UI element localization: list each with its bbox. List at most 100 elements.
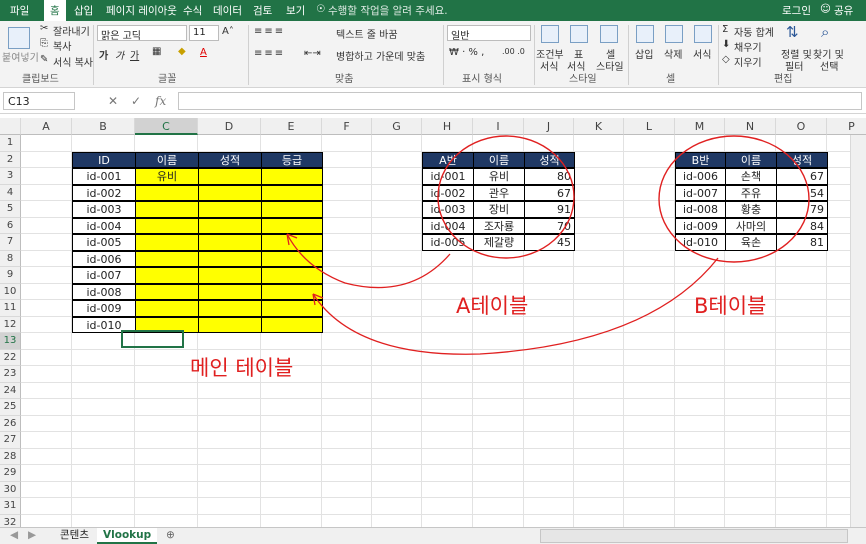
- main-table-id-cell[interactable]: id-009: [72, 300, 136, 317]
- merge-center-button[interactable]: 병합하고 가운데 맞춤: [336, 48, 425, 63]
- clear-button[interactable]: 지우기: [734, 54, 762, 69]
- main-table-grade-cell[interactable]: [261, 316, 323, 333]
- row-header[interactable]: 13: [0, 333, 21, 350]
- row-header[interactable]: 3: [0, 168, 21, 185]
- row-header[interactable]: 6: [0, 217, 21, 234]
- column-header[interactable]: G: [372, 118, 422, 135]
- b-table-header[interactable]: 성적: [776, 151, 828, 168]
- row-header[interactable]: 1: [0, 135, 21, 152]
- row-header[interactable]: 9: [0, 267, 21, 284]
- cell-style-icon[interactable]: [600, 25, 618, 43]
- bold-button[interactable]: 가: [99, 47, 108, 62]
- number-format-select[interactable]: 일반: [447, 25, 531, 41]
- a-table-header[interactable]: 성적: [524, 151, 575, 168]
- b-table-id-cell[interactable]: id-010: [675, 234, 726, 251]
- row-header[interactable]: 5: [0, 201, 21, 218]
- a-table-id-cell[interactable]: id-004: [422, 217, 474, 234]
- row-header[interactable]: 11: [0, 300, 21, 317]
- main-table-id-cell[interactable]: id-003: [72, 201, 136, 218]
- format-painter-button[interactable]: 서식 복사: [53, 54, 93, 69]
- row-header[interactable]: 4: [0, 184, 21, 201]
- row-header[interactable]: 29: [0, 465, 21, 482]
- row-header[interactable]: 24: [0, 382, 21, 399]
- b-table-name-cell[interactable]: 사마의: [725, 217, 777, 234]
- conditional-format-icon[interactable]: [541, 25, 559, 43]
- column-header[interactable]: I: [473, 118, 524, 135]
- a-table-score-cell[interactable]: 67: [524, 184, 575, 201]
- main-table-grade-cell[interactable]: [261, 168, 323, 185]
- sheet-tab-vlookup[interactable]: Vlookup: [97, 528, 158, 544]
- copy-button[interactable]: 복사: [53, 38, 71, 53]
- a-table-score-cell[interactable]: 80: [524, 168, 575, 185]
- main-table-name-cell[interactable]: [135, 267, 199, 284]
- b-table-id-cell[interactable]: id-007: [675, 184, 726, 201]
- row-header[interactable]: 25: [0, 399, 21, 416]
- main-table-grade-cell[interactable]: [261, 267, 323, 284]
- table-format-icon[interactable]: [570, 25, 588, 43]
- column-header[interactable]: L: [624, 118, 675, 135]
- a-table-score-cell[interactable]: 91: [524, 201, 575, 218]
- b-table-name-cell[interactable]: 황충: [725, 201, 777, 218]
- magnifier-icon[interactable]: ⌕: [821, 23, 829, 41]
- login-link[interactable]: 로그인: [782, 3, 811, 18]
- main-table-id-cell[interactable]: id-001: [72, 168, 136, 185]
- column-header[interactable]: M: [675, 118, 725, 135]
- column-header[interactable]: A: [21, 118, 72, 135]
- main-table-name-cell[interactable]: 유비: [135, 168, 199, 185]
- a-table-name-cell[interactable]: 관우: [473, 184, 525, 201]
- row-header[interactable]: 22: [0, 349, 21, 366]
- font-size-select[interactable]: 11: [189, 25, 219, 41]
- add-sheet-icon[interactable]: ⊕: [160, 528, 181, 544]
- column-header[interactable]: K: [574, 118, 624, 135]
- align-top-icons[interactable]: ≡≡≡: [254, 26, 285, 37]
- b-table-id-cell[interactable]: id-008: [675, 201, 726, 218]
- border-icon[interactable]: ▦: [152, 46, 161, 57]
- currency-icon[interactable]: ₩ · % ,: [449, 47, 484, 58]
- main-table-name-cell[interactable]: [135, 217, 199, 234]
- b-table-score-cell[interactable]: 54: [776, 184, 828, 201]
- paste-icon[interactable]: [8, 27, 30, 49]
- font-color-icon[interactable]: A: [200, 47, 207, 58]
- main-table-score-cell[interactable]: [198, 267, 262, 284]
- main-table-header[interactable]: 이름: [135, 151, 199, 168]
- tab-page-layout[interactable]: 페이지 레이아웃: [106, 3, 177, 18]
- column-header[interactable]: J: [524, 118, 574, 135]
- row-header[interactable]: 2: [0, 151, 21, 168]
- b-table-header[interactable]: B반: [675, 151, 726, 168]
- main-table-grade-cell[interactable]: [261, 184, 323, 201]
- tab-home[interactable]: 홈: [44, 0, 66, 21]
- b-table-name-cell[interactable]: 손책: [725, 168, 777, 185]
- autosum-button[interactable]: 자동 합계: [734, 24, 774, 39]
- b-table-id-cell[interactable]: id-009: [675, 217, 726, 234]
- row-header[interactable]: 10: [0, 283, 21, 300]
- main-table-grade-cell[interactable]: [261, 234, 323, 251]
- b-table-id-cell[interactable]: id-006: [675, 168, 726, 185]
- column-header[interactable]: O: [776, 118, 827, 135]
- column-header[interactable]: B: [72, 118, 135, 135]
- main-table-grade-cell[interactable]: [261, 201, 323, 218]
- enter-icon[interactable]: ✓: [131, 94, 141, 108]
- main-table-id-cell[interactable]: id-007: [72, 267, 136, 284]
- indent-icons[interactable]: ⇤⇥: [304, 48, 321, 59]
- a-table-score-cell[interactable]: 70: [524, 217, 575, 234]
- tab-file[interactable]: 파일: [10, 3, 29, 18]
- main-table-id-cell[interactable]: id-005: [72, 234, 136, 251]
- main-table-name-cell[interactable]: [135, 234, 199, 251]
- delete-cells-button[interactable]: 삭제: [664, 46, 682, 61]
- align-left-icons[interactable]: ≡≡≡: [254, 48, 285, 59]
- next-sheet-icon[interactable]: ▶: [22, 528, 42, 544]
- a-table-name-cell[interactable]: 제갈량: [473, 234, 525, 251]
- main-table-id-cell[interactable]: id-004: [72, 217, 136, 234]
- tab-view[interactable]: 보기: [286, 3, 305, 18]
- b-table-name-cell[interactable]: 주유: [725, 184, 777, 201]
- delete-cells-icon[interactable]: [665, 25, 683, 43]
- column-header[interactable]: N: [725, 118, 776, 135]
- column-header[interactable]: H: [422, 118, 473, 135]
- insert-cells-icon[interactable]: [636, 25, 654, 43]
- row-header[interactable]: 30: [0, 481, 21, 498]
- row-header[interactable]: 23: [0, 366, 21, 383]
- main-table-grade-cell[interactable]: [261, 283, 323, 300]
- share-button[interactable]: 공유: [834, 3, 853, 18]
- fill-color-icon[interactable]: ◆: [178, 46, 186, 57]
- main-table-header[interactable]: ID: [72, 151, 136, 168]
